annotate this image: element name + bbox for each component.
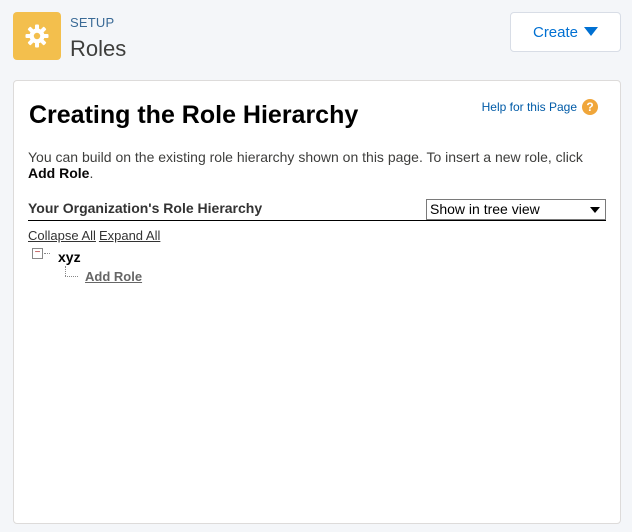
tree-connector <box>65 276 78 277</box>
create-button[interactable]: Create <box>510 12 621 52</box>
intro-text: You can build on the existing role hiera… <box>28 149 583 181</box>
collapse-all-link[interactable]: Collapse All <box>28 228 96 243</box>
section-title: Your Organization's Role Hierarchy <box>28 200 263 216</box>
help-icon: ? <box>582 99 598 115</box>
expand-all-link[interactable]: Expand All <box>99 228 160 243</box>
breadcrumb-setup[interactable]: SETUP <box>70 15 114 30</box>
hierarchy-section-header: Your Organization's Role Hierarchy Show … <box>28 199 606 221</box>
tree-connector <box>44 253 50 254</box>
content-card: Creating the Role Hierarchy Help for thi… <box>13 80 621 524</box>
main-heading: Creating the Role Hierarchy <box>29 101 359 129</box>
gear-icon <box>13 12 61 60</box>
caret-down-icon <box>584 27 599 36</box>
help-link[interactable]: Help for this Page ? <box>482 99 598 115</box>
view-select[interactable]: Show in tree view <box>426 199 606 220</box>
tree-node-xyz[interactable]: xyz <box>58 249 81 265</box>
help-link-label: Help for this Page <box>481 100 577 114</box>
role-tree: − xyz Add Role <box>32 248 232 288</box>
collapse-toggle-icon[interactable]: − <box>32 248 43 259</box>
create-button-label: Create <box>532 23 579 41</box>
dropdown-arrow-icon <box>590 207 600 213</box>
page-title: Roles <box>70 36 127 61</box>
intro-bold: Add Role <box>28 165 90 181</box>
view-select-value: Show in tree view <box>430 201 540 217</box>
page-header: SETUP Roles Create <box>13 12 621 62</box>
tree-connector <box>65 266 66 276</box>
add-role-link[interactable]: Add Role <box>85 269 142 284</box>
tree-links: Collapse All Expand All <box>28 228 163 243</box>
